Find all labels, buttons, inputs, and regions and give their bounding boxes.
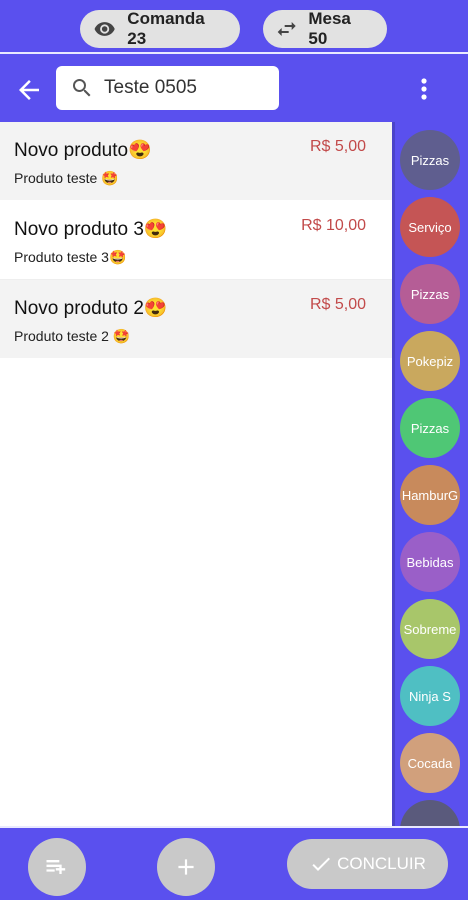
top-chip-bar: Comanda 23 Mesa 50: [0, 0, 468, 54]
app-bar: [0, 56, 468, 122]
category-button[interactable]: Pokepiz: [400, 331, 460, 391]
product-name: Novo produto😍: [14, 140, 152, 161]
plus-icon: [178, 859, 194, 875]
category-button[interactable]: Pizzas: [400, 130, 460, 190]
add-button[interactable]: [157, 838, 215, 896]
product-price: R$ 10,00: [301, 217, 366, 234]
mesa-label: Mesa 50: [308, 9, 351, 48]
category-button[interactable]: [400, 800, 460, 826]
product-name: Novo produto 2😍: [14, 298, 168, 319]
category-button[interactable]: Cocada: [400, 733, 460, 793]
product-item[interactable]: Novo produto 2😍 Produto teste 2 🤩 R$ 5,0…: [0, 280, 392, 359]
eye-icon: [94, 22, 115, 36]
comanda-label: Comanda 23: [127, 9, 205, 48]
swap-arrows-icon: [277, 22, 296, 36]
search-icon: [73, 79, 91, 97]
category-button[interactable]: HamburG: [400, 465, 460, 525]
product-list: Novo produto😍 Produto teste 🤩 R$ 5,00 No…: [0, 122, 392, 826]
product-name: Novo produto 3😍: [14, 219, 168, 240]
product-description: Produto teste 3🤩: [14, 249, 127, 265]
category-button[interactable]: Pizzas: [400, 398, 460, 458]
search-input[interactable]: [104, 77, 264, 99]
check-icon: [312, 857, 331, 871]
category-button[interactable]: Bebidas: [400, 532, 460, 592]
bottom-bar: CONCLUIR: [0, 826, 468, 900]
concluir-label: CONCLUIR: [337, 854, 426, 873]
concluir-button[interactable]: CONCLUIR: [287, 839, 448, 889]
product-item[interactable]: Novo produto 3😍 Produto teste 3🤩 R$ 10,0…: [0, 201, 392, 280]
search-box[interactable]: [56, 66, 279, 110]
product-description: Produto teste 🤩: [14, 170, 119, 186]
category-button[interactable]: Ninja S: [400, 666, 460, 726]
product-price: R$ 5,00: [309, 138, 366, 155]
add-to-list-button[interactable]: [28, 838, 86, 896]
category-button[interactable]: Serviço: [400, 197, 460, 257]
back-arrow-icon[interactable]: [14, 75, 44, 105]
product-price: R$ 5,00: [309, 296, 366, 313]
mesa-chip[interactable]: Mesa 50: [263, 9, 387, 48]
product-item[interactable]: Novo produto😍 Produto teste 🤩 R$ 5,00: [0, 122, 392, 201]
more-options-icon[interactable]: [412, 74, 436, 104]
comanda-chip[interactable]: Comanda 23: [80, 9, 240, 48]
playlist-add-icon: [46, 860, 66, 874]
category-sidebar[interactable]: Pizzas Serviço Pizzas Pokepiz Pizzas Ham…: [392, 122, 468, 826]
product-description: Produto teste 2 🤩: [14, 328, 131, 344]
category-button[interactable]: Pizzas: [400, 264, 460, 324]
category-button[interactable]: Sobreme: [400, 599, 460, 659]
